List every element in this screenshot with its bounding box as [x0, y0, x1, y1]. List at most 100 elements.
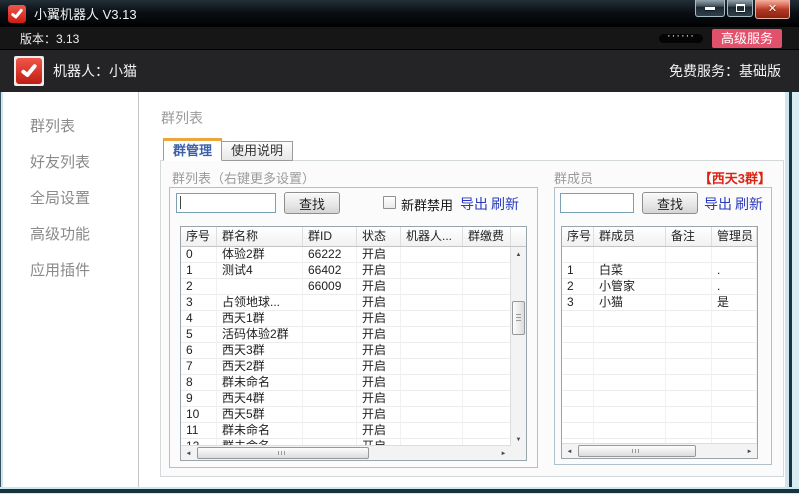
column-header[interactable]: 群成员 [594, 227, 666, 246]
table-cell [712, 327, 757, 343]
table-row[interactable]: 3占领地球...开启 [181, 295, 511, 311]
scroll-left-icon[interactable]: ◄ [562, 444, 577, 459]
table-cell: 开启 [357, 391, 401, 407]
table-row[interactable]: 9西天4群开启 [181, 391, 511, 407]
group-table-hscrollbar[interactable]: ◄ ► [181, 445, 511, 460]
new-group-disable-label[interactable]: 新群禁用 [401, 195, 453, 214]
table-cell [303, 407, 357, 423]
table-cell [562, 327, 594, 343]
table-row[interactable] [562, 359, 757, 375]
table-cell [666, 279, 712, 295]
table-cell [666, 343, 712, 359]
column-header[interactable]: 备注 [666, 227, 712, 246]
group-export-link[interactable]: 导出 [460, 194, 488, 214]
table-row[interactable]: 11群未命名开启 [181, 423, 511, 439]
table-cell [562, 375, 594, 391]
member-box: 查找 导出 刷新 序号群成员备注管理员 1白菜.2小管家.3小猫是 ◄ ► [554, 187, 772, 465]
column-header[interactable]: 群ID [303, 227, 357, 246]
table-cell: 3 [562, 295, 594, 311]
table-cell: 66222 [303, 247, 357, 263]
column-header[interactable]: 序号 [181, 227, 217, 246]
table-row[interactable]: 3小猫是 [562, 295, 757, 311]
column-header[interactable]: 群名称 [217, 227, 303, 246]
scroll-up-icon[interactable]: ▲ [511, 247, 526, 262]
table-row[interactable] [562, 327, 757, 343]
table-cell [666, 311, 712, 327]
column-header[interactable]: 机器人... [401, 227, 463, 246]
table-cell [217, 279, 303, 295]
table-cell [562, 391, 594, 407]
table-cell: 10 [181, 407, 217, 423]
table-cell: 开启 [357, 295, 401, 311]
table-row[interactable] [562, 391, 757, 407]
member-export-link[interactable]: 导出 [704, 194, 732, 214]
table-row[interactable] [562, 311, 757, 327]
sidebar-item-group-list[interactable]: 群列表 [0, 117, 138, 137]
group-refresh-link[interactable]: 刷新 [491, 194, 519, 214]
table-cell [594, 407, 666, 423]
table-row[interactable]: 1白菜. [562, 263, 757, 279]
table-row[interactable]: 5活码体验2群开启 [181, 327, 511, 343]
table-row[interactable]: 8群未命名开启 [181, 375, 511, 391]
table-row[interactable]: 7西天2群开启 [181, 359, 511, 375]
table-row[interactable] [562, 343, 757, 359]
table-cell [562, 311, 594, 327]
table-cell: 开启 [357, 247, 401, 263]
table-cell [303, 359, 357, 375]
column-header[interactable]: 序号 [562, 227, 594, 246]
member-refresh-link[interactable]: 刷新 [735, 194, 763, 214]
table-cell [463, 279, 511, 295]
table-row[interactable]: 4西天1群开启 [181, 311, 511, 327]
sidebar-item-advanced-features[interactable]: 高级功能 [0, 225, 138, 245]
table-cell [463, 263, 511, 279]
table-cell [463, 375, 511, 391]
column-header[interactable]: 管理员 [712, 227, 757, 246]
member-find-button[interactable]: 查找 [642, 192, 698, 214]
table-row[interactable]: 1测试466402开启 [181, 263, 511, 279]
table-row[interactable]: 10西天5群开启 [181, 407, 511, 423]
scroll-right-icon[interactable]: ► [742, 444, 757, 459]
tab-usage-help[interactable]: 使用说明 [222, 141, 293, 161]
sidebar-item-global-settings[interactable]: 全局设置 [0, 189, 138, 209]
group-find-button[interactable]: 查找 [284, 192, 340, 214]
table-cell [401, 343, 463, 359]
close-button[interactable]: ✕ [755, 0, 790, 19]
member-search-input[interactable] [560, 193, 634, 213]
table-row[interactable] [562, 423, 757, 439]
column-header[interactable]: 状态 [357, 227, 401, 246]
table-row[interactable]: 2小管家. [562, 279, 757, 295]
tab-group-manage[interactable]: 群管理 [163, 138, 222, 161]
premium-service-button[interactable]: 高级服务 [712, 29, 782, 48]
table-row[interactable]: 6西天3群开启 [181, 343, 511, 359]
group-table-vscrollbar[interactable]: ▲ ▼ [510, 247, 526, 447]
table-row[interactable]: 0体验2群66222开启 [181, 247, 511, 263]
table-row[interactable] [562, 407, 757, 423]
scroll-right-icon[interactable]: ► [496, 446, 511, 461]
table-cell: 开启 [357, 327, 401, 343]
group-search-input[interactable] [176, 193, 276, 213]
table-row[interactable] [562, 375, 757, 391]
close-icon: ✕ [768, 4, 777, 15]
group-list-caption: 群列表（右键更多设置） [172, 168, 315, 187]
scroll-left-icon[interactable]: ◄ [181, 446, 196, 461]
minimize-icon [705, 7, 715, 10]
maximize-button[interactable] [727, 0, 753, 17]
version-label: 版本：3.13 [20, 30, 79, 47]
hscroll-thumb[interactable] [578, 445, 696, 457]
vscroll-thumb[interactable] [512, 301, 525, 335]
column-header[interactable]: 群缴费 [463, 227, 511, 246]
table-row[interactable] [562, 247, 757, 263]
window-controls: ✕ [695, 0, 790, 19]
table-header: 序号群成员备注管理员 [562, 227, 757, 247]
minimize-button[interactable] [695, 0, 725, 17]
table-cell [401, 311, 463, 327]
table-cell [463, 391, 511, 407]
sidebar-item-app-plugins[interactable]: 应用插件 [0, 261, 138, 281]
sidebar-item-friend-list[interactable]: 好友列表 [0, 153, 138, 173]
table-row[interactable]: 266009开启 [181, 279, 511, 295]
member-table-hscrollbar[interactable]: ◄ ► [562, 443, 757, 458]
table-cell: 体验2群 [217, 247, 303, 263]
new-group-disable-checkbox[interactable] [383, 196, 396, 209]
table-cell [594, 311, 666, 327]
hscroll-thumb[interactable] [197, 447, 369, 459]
